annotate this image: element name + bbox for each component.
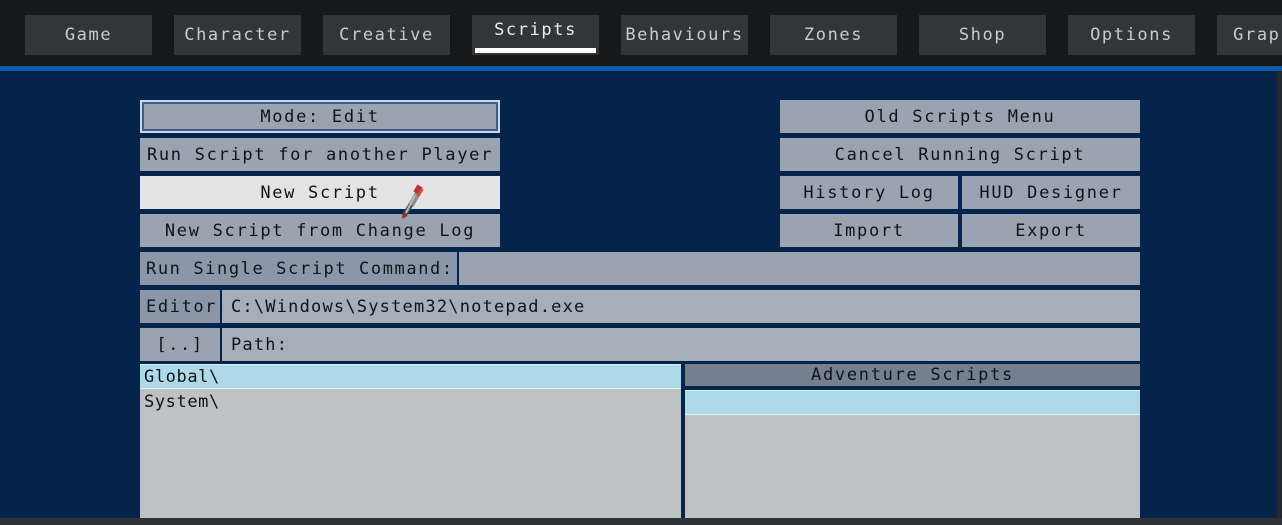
list-item[interactable] [685,390,1140,415]
run-single-script-command-input[interactable] [459,252,1140,285]
tab-label: Shop [958,25,1007,45]
top-navbar: Game Character Creative Scripts Behaviou… [0,0,1282,66]
mode-edit-button[interactable]: Mode: Edit [140,100,500,133]
path-label-text: Path: [231,334,289,355]
new-script-from-change-log-label: New Script from Change Log [164,220,476,241]
tab-zones[interactable]: Zones [770,15,897,55]
list-item-label: System\ [144,391,220,412]
new-script-label: New Script [260,182,380,203]
tab-creative[interactable]: Creative [323,15,450,55]
active-tab-underline [475,48,596,53]
tab-label: Graphics [1233,25,1282,45]
list-item[interactable]: System\ [140,389,681,414]
history-log-label: History Log [803,182,935,203]
tab-options[interactable]: Options [1068,15,1195,55]
old-scripts-menu-label: Old Scripts Menu [864,106,1056,127]
path-up-button[interactable]: [..] [140,328,220,361]
nav-tab-list: Game Character Creative Scripts Behaviou… [25,15,1282,55]
cancel-running-script-button[interactable]: Cancel Running Script [780,138,1140,171]
tab-game[interactable]: Game [25,15,152,55]
tab-shop[interactable]: Shop [919,15,1046,55]
editor-label-text: Editor: [146,296,229,317]
tab-label: Behaviours [625,25,744,45]
tab-label: Scripts [494,20,577,40]
script-editor-window: Game Character Creative Scripts Behaviou… [0,0,1282,525]
run-script-for-another-player-button[interactable]: Run Script for another Player [140,138,500,171]
list-item[interactable]: Global\ [140,364,681,389]
export-label: Export [1015,220,1087,241]
folder-list-panel[interactable]: Global\ System\ [140,364,681,518]
old-scripts-menu-button[interactable]: Old Scripts Menu [780,100,1140,133]
hud-designer-button[interactable]: HUD Designer [962,176,1140,209]
tab-label: Options [1090,25,1173,45]
history-log-button[interactable]: History Log [780,176,958,209]
hud-designer-label: HUD Designer [979,182,1123,203]
mode-edit-label: Mode: Edit [260,106,380,127]
window-right-edge [1277,71,1282,518]
adventure-scripts-header: Adventure Scripts [685,364,1140,386]
editor-label: Editor: [140,290,227,323]
cancel-running-script-label: Cancel Running Script [834,144,1086,165]
adventure-scripts-header-label: Adventure Scripts [811,365,1014,385]
window-bottom-edge [0,518,1282,525]
export-button[interactable]: Export [962,214,1140,247]
tab-label: Character [184,25,291,45]
tab-label: Creative [339,25,434,45]
tab-label: Zones [803,25,864,45]
editor-path-value: C:\Windows\System32\notepad.exe [231,296,586,317]
editor-path-input[interactable]: C:\Windows\System32\notepad.exe [222,290,1140,323]
list-item-label: Global\ [144,366,220,387]
adventure-scripts-list-panel[interactable] [685,390,1140,518]
scripts-panel: Mode: Edit Run Script for another Player… [0,71,1277,518]
new-script-from-change-log-button[interactable]: New Script from Change Log [140,214,500,247]
new-script-button[interactable]: New Script [140,176,500,209]
run-single-script-command-label-text: Run Single Script Command: [146,258,454,279]
run-script-for-another-player-label: Run Script for another Player [146,144,494,165]
tab-behaviours[interactable]: Behaviours [621,15,748,55]
import-label: Import [833,220,905,241]
tab-graphics[interactable]: Graphics [1217,15,1282,55]
import-button[interactable]: Import [780,214,958,247]
path-up-label: [..] [156,334,204,355]
tab-character[interactable]: Character [174,15,301,55]
run-single-script-command-label: Run Single Script Command: [140,252,457,285]
tab-scripts[interactable]: Scripts [472,15,599,55]
path-input[interactable]: Path: [222,328,1140,361]
tab-label: Game [64,25,113,45]
